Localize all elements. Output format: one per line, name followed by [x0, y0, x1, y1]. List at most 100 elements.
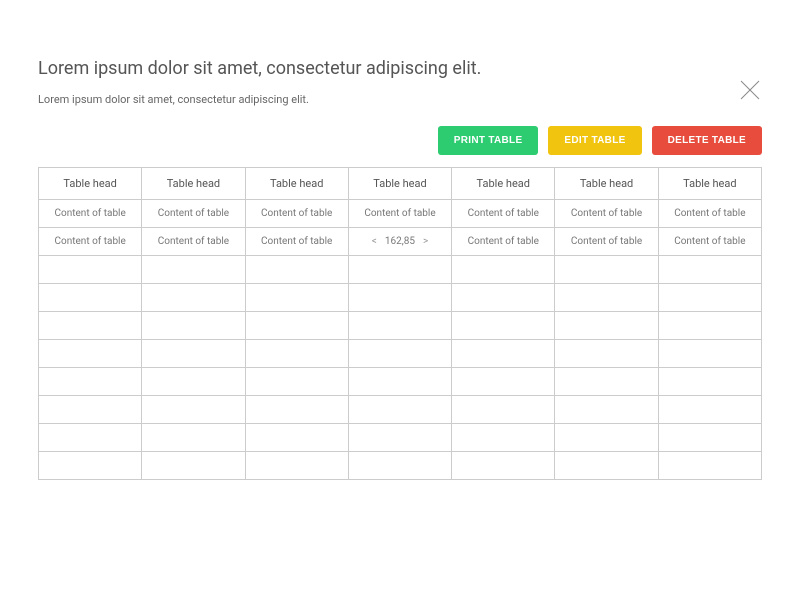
page-subtitle: Lorem ipsum dolor sit amet, consectetur … — [38, 93, 762, 106]
table-row — [39, 424, 762, 452]
stepper-next-icon[interactable]: > — [423, 236, 428, 247]
table-cell — [348, 424, 451, 452]
table-cell — [245, 340, 348, 368]
table-cell — [142, 256, 245, 284]
table-cell — [142, 368, 245, 396]
table-cell — [245, 284, 348, 312]
delete-table-button[interactable]: DELETE TABLE — [652, 126, 762, 155]
table-row — [39, 256, 762, 284]
table-cell — [39, 424, 142, 452]
table-header: Table head — [39, 168, 142, 200]
table-cell: Content of table — [245, 200, 348, 228]
table-cell — [452, 396, 555, 424]
table-cell — [555, 396, 658, 424]
table-cell — [555, 452, 658, 480]
close-button[interactable] — [738, 78, 762, 102]
table-header: Table head — [348, 168, 451, 200]
table-cell: <162,85 > — [348, 228, 451, 256]
table-row — [39, 284, 762, 312]
table-row — [39, 368, 762, 396]
data-table: Table headTable headTable headTable head… — [38, 167, 762, 480]
table-cell — [348, 284, 451, 312]
table-cell — [245, 312, 348, 340]
table-row: Content of tableContent of tableContent … — [39, 200, 762, 228]
table-cell — [555, 340, 658, 368]
close-icon — [738, 78, 762, 102]
table-cell — [555, 424, 658, 452]
table-cell: Content of table — [348, 200, 451, 228]
table-cell — [658, 256, 761, 284]
table-row — [39, 452, 762, 480]
table-cell: Content of table — [245, 228, 348, 256]
table-cell — [142, 312, 245, 340]
table-cell — [142, 284, 245, 312]
table-cell — [348, 396, 451, 424]
table-cell — [142, 396, 245, 424]
table-cell — [555, 368, 658, 396]
table-cell: Content of table — [142, 228, 245, 256]
table-cell — [658, 424, 761, 452]
table-header: Table head — [555, 168, 658, 200]
table-row: Content of tableContent of tableContent … — [39, 228, 762, 256]
table-cell — [452, 424, 555, 452]
table-cell: Content of table — [142, 200, 245, 228]
toolbar: PRINT TABLE EDIT TABLE DELETE TABLE — [38, 126, 762, 155]
table-cell — [348, 256, 451, 284]
table-cell: Content of table — [452, 228, 555, 256]
table-cell — [555, 256, 658, 284]
table-cell — [658, 396, 761, 424]
table-cell — [39, 396, 142, 424]
table-header: Table head — [142, 168, 245, 200]
table-row — [39, 312, 762, 340]
table-cell — [452, 256, 555, 284]
table-cell — [39, 368, 142, 396]
table-cell: Content of table — [555, 228, 658, 256]
table-row — [39, 340, 762, 368]
table-cell: Content of table — [555, 200, 658, 228]
table-cell — [658, 284, 761, 312]
table-cell — [39, 452, 142, 480]
table-cell — [39, 256, 142, 284]
table-cell — [245, 256, 348, 284]
table-header: Table head — [452, 168, 555, 200]
table-cell — [452, 312, 555, 340]
table-cell — [452, 452, 555, 480]
table-cell — [658, 340, 761, 368]
table-cell — [245, 396, 348, 424]
table-cell — [245, 452, 348, 480]
table-cell — [245, 368, 348, 396]
table-cell: Content of table — [452, 200, 555, 228]
table-cell — [555, 284, 658, 312]
table-cell — [452, 284, 555, 312]
table-cell — [348, 312, 451, 340]
table-cell — [555, 312, 658, 340]
table-cell — [142, 452, 245, 480]
table-cell — [142, 424, 245, 452]
quantity-stepper[interactable]: <162,85 > — [372, 236, 428, 247]
table-cell: Content of table — [39, 200, 142, 228]
table-header: Table head — [245, 168, 348, 200]
table-cell — [245, 424, 348, 452]
table-header: Table head — [658, 168, 761, 200]
table-cell — [142, 340, 245, 368]
table-cell — [348, 340, 451, 368]
table-row — [39, 396, 762, 424]
table-cell — [452, 340, 555, 368]
table-cell: Content of table — [39, 228, 142, 256]
table-cell — [658, 452, 761, 480]
table-cell — [39, 340, 142, 368]
table-cell — [39, 284, 142, 312]
stepper-value: 162,85 — [385, 236, 415, 247]
print-table-button[interactable]: PRINT TABLE — [438, 126, 539, 155]
table-cell — [658, 368, 761, 396]
table-cell: Content of table — [658, 200, 761, 228]
table-cell — [348, 452, 451, 480]
edit-table-button[interactable]: EDIT TABLE — [548, 126, 641, 155]
table-cell — [348, 368, 451, 396]
stepper-prev-icon[interactable]: < — [372, 236, 377, 247]
table-cell: Content of table — [658, 228, 761, 256]
table-cell — [39, 312, 142, 340]
table-cell — [452, 368, 555, 396]
page-title: Lorem ipsum dolor sit amet, consectetur … — [38, 58, 762, 79]
table-cell — [658, 312, 761, 340]
